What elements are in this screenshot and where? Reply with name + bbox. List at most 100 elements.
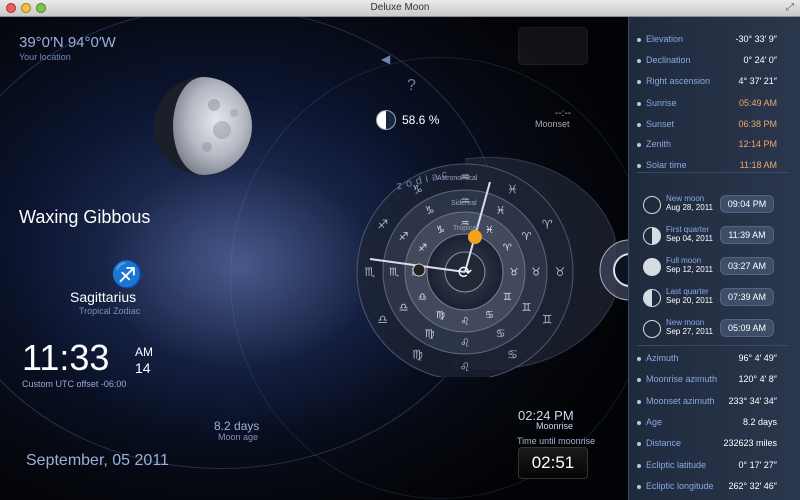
- zodiac-sign-icon: ♊: [542, 313, 553, 327]
- sound-icon[interactable]: ◀: [381, 52, 390, 66]
- bullet-icon: [637, 399, 641, 404]
- moonrise-countdown: 02:51: [518, 447, 588, 479]
- refresh-icon[interactable]: ⟳: [458, 263, 472, 283]
- phase-row[interactable]: Last quarter Sep 20, 2011 07:39 AM: [643, 287, 793, 311]
- info-value: 232623 miles: [723, 438, 777, 449]
- bullet-icon: [637, 357, 641, 361]
- new-moon-icon: [643, 320, 661, 338]
- info-row: Sunset 06:38 PM: [629, 115, 800, 136]
- zodiac-sign-icon: ♐: [377, 218, 388, 232]
- phase-time: 05:09 AM: [720, 319, 774, 337]
- zodiac-sign-icon: ♈: [542, 218, 553, 232]
- info-label: Sunrise: [646, 98, 677, 108]
- phase-row[interactable]: Full moon Sep 12, 2011 03:27 AM: [643, 256, 793, 280]
- zodiac-sign-icon: ♑: [436, 225, 445, 236]
- zodiac-sign-icon: ♌: [461, 316, 470, 327]
- clock-seconds: 14: [135, 360, 151, 376]
- zodiac-sign-icon: ♊: [522, 301, 532, 314]
- fullscreen-icon[interactable]: ⤢: [786, 2, 794, 13]
- info-label: Declination: [646, 55, 691, 65]
- zodiac-sign-icon: ♑: [425, 204, 435, 217]
- bullet-icon: [637, 38, 641, 42]
- zodiac-sign-icon: ♋: [507, 347, 518, 361]
- phase-row[interactable]: New moon Aug 28, 2011 09:04 PM: [643, 194, 793, 218]
- info-value: 05:49 AM: [738, 98, 777, 108]
- help-icon[interactable]: ?: [407, 77, 416, 95]
- bullet-icon: [637, 463, 641, 468]
- info-label: Sunset: [646, 118, 675, 129]
- moon-image: [154, 77, 252, 175]
- bullet-icon: [637, 80, 641, 84]
- moon-age-value: 8.2 days: [214, 419, 260, 433]
- info-label: Age: [646, 416, 663, 427]
- current-date[interactable]: September, 05 2011: [26, 452, 169, 470]
- info-row: Right ascension 4° 37′ 21″: [629, 72, 800, 93]
- info-row: Ecliptic longitude 262° 32′ 46″: [629, 477, 800, 498]
- info-panel: Elevation -30° 33′ 9″ Declination 0° 24′ 0″…: [628, 17, 800, 500]
- phase-name: New moon: [666, 194, 705, 203]
- sagittarius-icon: ♐: [111, 259, 144, 289]
- phase-row[interactable]: First quarter Sep 04, 2011 11:39 AM: [643, 225, 793, 249]
- bullet-icon: [637, 143, 641, 147]
- zodiac-sign-icon: ♉: [555, 265, 566, 279]
- info-row: Elevation -30° 33′ 9″: [629, 30, 800, 51]
- phase-time: 07:39 AM: [720, 288, 774, 306]
- info-value: 06:38 PM: [738, 118, 777, 129]
- illumination-percent: 58.6 %: [402, 113, 440, 127]
- info-label: Ecliptic longitude: [646, 480, 714, 491]
- zodiac-sign-icon: ♍: [412, 347, 423, 361]
- secondary-dial[interactable]: [598, 225, 628, 315]
- info-row: Sunrise 05:49 AM: [629, 94, 800, 115]
- phase-time: 11:39 AM: [720, 226, 774, 244]
- location-coordinates[interactable]: 39°0′N 94°0′W: [19, 34, 116, 51]
- info-label: Zenith: [646, 139, 672, 149]
- zodiac-sign-icon: ♎: [418, 292, 427, 303]
- info-value: 96° 4′ 49″: [738, 353, 777, 363]
- phase-date: Sep 20, 2011: [666, 296, 714, 305]
- zodiac-sign-icon: ♌: [460, 360, 471, 374]
- zodiac-sign-icon: ♍: [425, 327, 435, 340]
- phase-name: Last quarter: [666, 287, 709, 296]
- phase-time: 03:27 AM: [720, 257, 774, 275]
- divider: [637, 172, 789, 173]
- info-label: Moonrise azimuth: [646, 374, 718, 385]
- info-value: -30° 33′ 9″: [735, 34, 778, 44]
- time-until-moonrise-label: Time until moonrise: [517, 436, 596, 446]
- zodiac-sign-icon: ♌: [460, 337, 470, 350]
- clock-time: 11:33: [22, 337, 110, 378]
- bullet-icon: [637, 484, 641, 489]
- info-value: 262° 32′ 46″: [728, 480, 777, 491]
- zodiac-system: Tropical Zodiac: [79, 306, 141, 316]
- ring-label-tropical: Tropical: [453, 225, 478, 232]
- phase-date: Aug 28, 2011: [666, 203, 714, 212]
- bullet-icon: [637, 59, 641, 63]
- moon-view: 39°0′N 94°0′W Your location ◀ ? 58.6 % -…: [0, 17, 628, 500]
- phase-row[interactable]: New moon Sep 27, 2011 05:09 AM: [643, 318, 793, 342]
- utc-offset[interactable]: Custom UTC offset -06:00: [22, 379, 126, 389]
- info-label: Moonset azimuth: [646, 395, 715, 406]
- info-row: Declination 0° 24′ 0″: [629, 51, 800, 72]
- info-row: Ecliptic latitude 0° 17′ 27″: [629, 456, 800, 477]
- last-quarter-icon: [643, 289, 661, 307]
- sun-marker: [468, 230, 482, 244]
- info-label: Elevation: [646, 34, 684, 44]
- zodiac-sign-icon: ♏: [389, 266, 399, 279]
- clock-ampm: AM: [135, 345, 153, 359]
- zodiac-sign-icon: ♋: [496, 327, 506, 340]
- phase-name: New moon: [666, 318, 705, 327]
- info-row: Zenith 12:14 PM: [629, 135, 800, 156]
- zodiac-sign-icon: ♐: [399, 230, 409, 243]
- info-value: 0° 24′ 0″: [743, 55, 778, 65]
- first-quarter-icon: [643, 227, 661, 245]
- bullet-icon: [637, 378, 641, 383]
- bullet-icon: [637, 420, 641, 425]
- zodiac-dial[interactable]: ♐♑♒♓♈♉♊♋♌♍♎♏♐♑♒♓♈♉♊♋♌♍♎♏♐♑♒♓♈♉♊♋♌♍♎♏ ⟳ A…: [345, 147, 625, 377]
- zodiac-sign-icon: ♈: [503, 243, 512, 254]
- illumination-icon: [376, 110, 396, 130]
- info-label: Azimuth: [646, 353, 679, 363]
- info-row: Age 8.2 days: [629, 413, 800, 434]
- location-label: Your location: [19, 52, 71, 62]
- zodiac-sign-icon: ♍: [436, 310, 445, 321]
- new-moon-icon: [643, 196, 661, 214]
- zodiac-sign-icon: ♏: [365, 265, 376, 279]
